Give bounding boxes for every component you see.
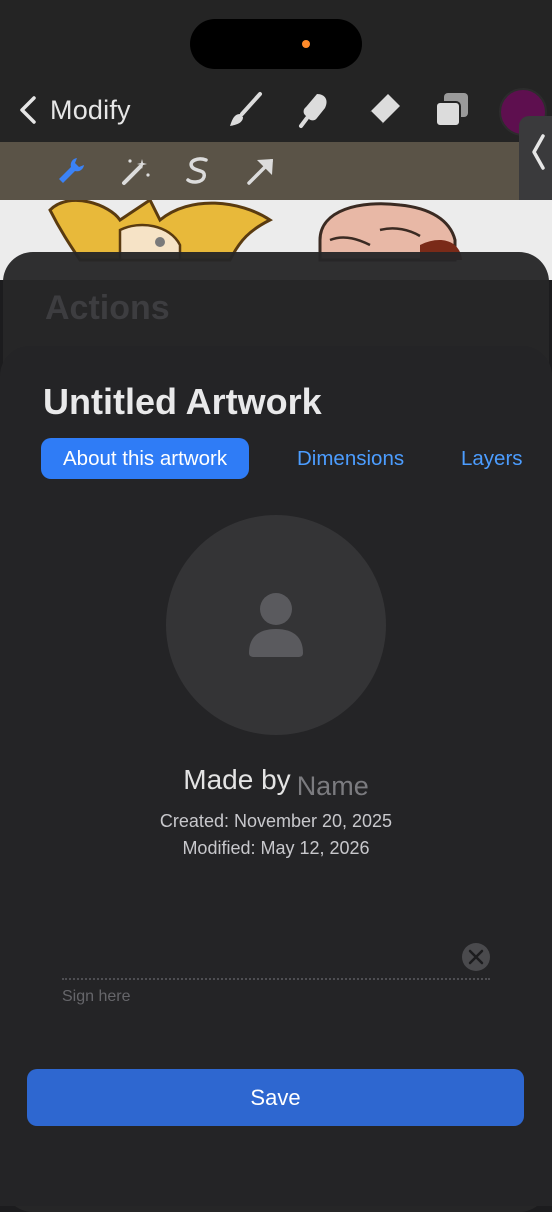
signature-hint: Sign here: [62, 988, 131, 1005]
tab-layers[interactable]: Layers: [461, 438, 523, 479]
made-by-row: Made by Name: [0, 764, 552, 801]
brush-icon[interactable]: [226, 90, 266, 130]
back-button[interactable]: Modify: [14, 88, 131, 132]
artist-name-field[interactable]: Name: [297, 771, 369, 801]
tab-dimensions[interactable]: Dimensions: [297, 438, 404, 479]
save-button[interactable]: Save: [27, 1069, 524, 1126]
recording-indicator: [302, 40, 310, 48]
actions-title: Actions: [45, 289, 170, 327]
layers-icon[interactable]: [432, 90, 472, 130]
artwork-title[interactable]: Untitled Artwork: [43, 381, 322, 423]
modified-date: Modified: May 12, 2026: [182, 838, 370, 858]
back-label: Modify: [50, 94, 131, 125]
magic-wand-icon[interactable]: [120, 155, 152, 187]
tab-about-this-artwork[interactable]: About this artwork: [41, 438, 250, 479]
made-by-label: Made by: [183, 764, 291, 795]
close-icon: [468, 949, 484, 965]
smudge-icon[interactable]: [295, 90, 335, 130]
signature-area[interactable]: [62, 978, 490, 980]
person-icon: [249, 593, 303, 657]
chevron-left-icon: [20, 96, 36, 124]
selection-icon[interactable]: [182, 155, 214, 187]
eraser-icon[interactable]: [364, 90, 404, 130]
transform-arrow-icon[interactable]: [245, 155, 277, 187]
wrench-icon[interactable]: [55, 155, 87, 187]
created-date: Created: November 20, 2025: [159, 811, 393, 831]
chevron-left-handle-icon: [532, 134, 545, 170]
dynamic-island: [190, 19, 362, 69]
clear-signature-button[interactable]: [462, 943, 490, 971]
artist-avatar[interactable]: [166, 515, 386, 735]
